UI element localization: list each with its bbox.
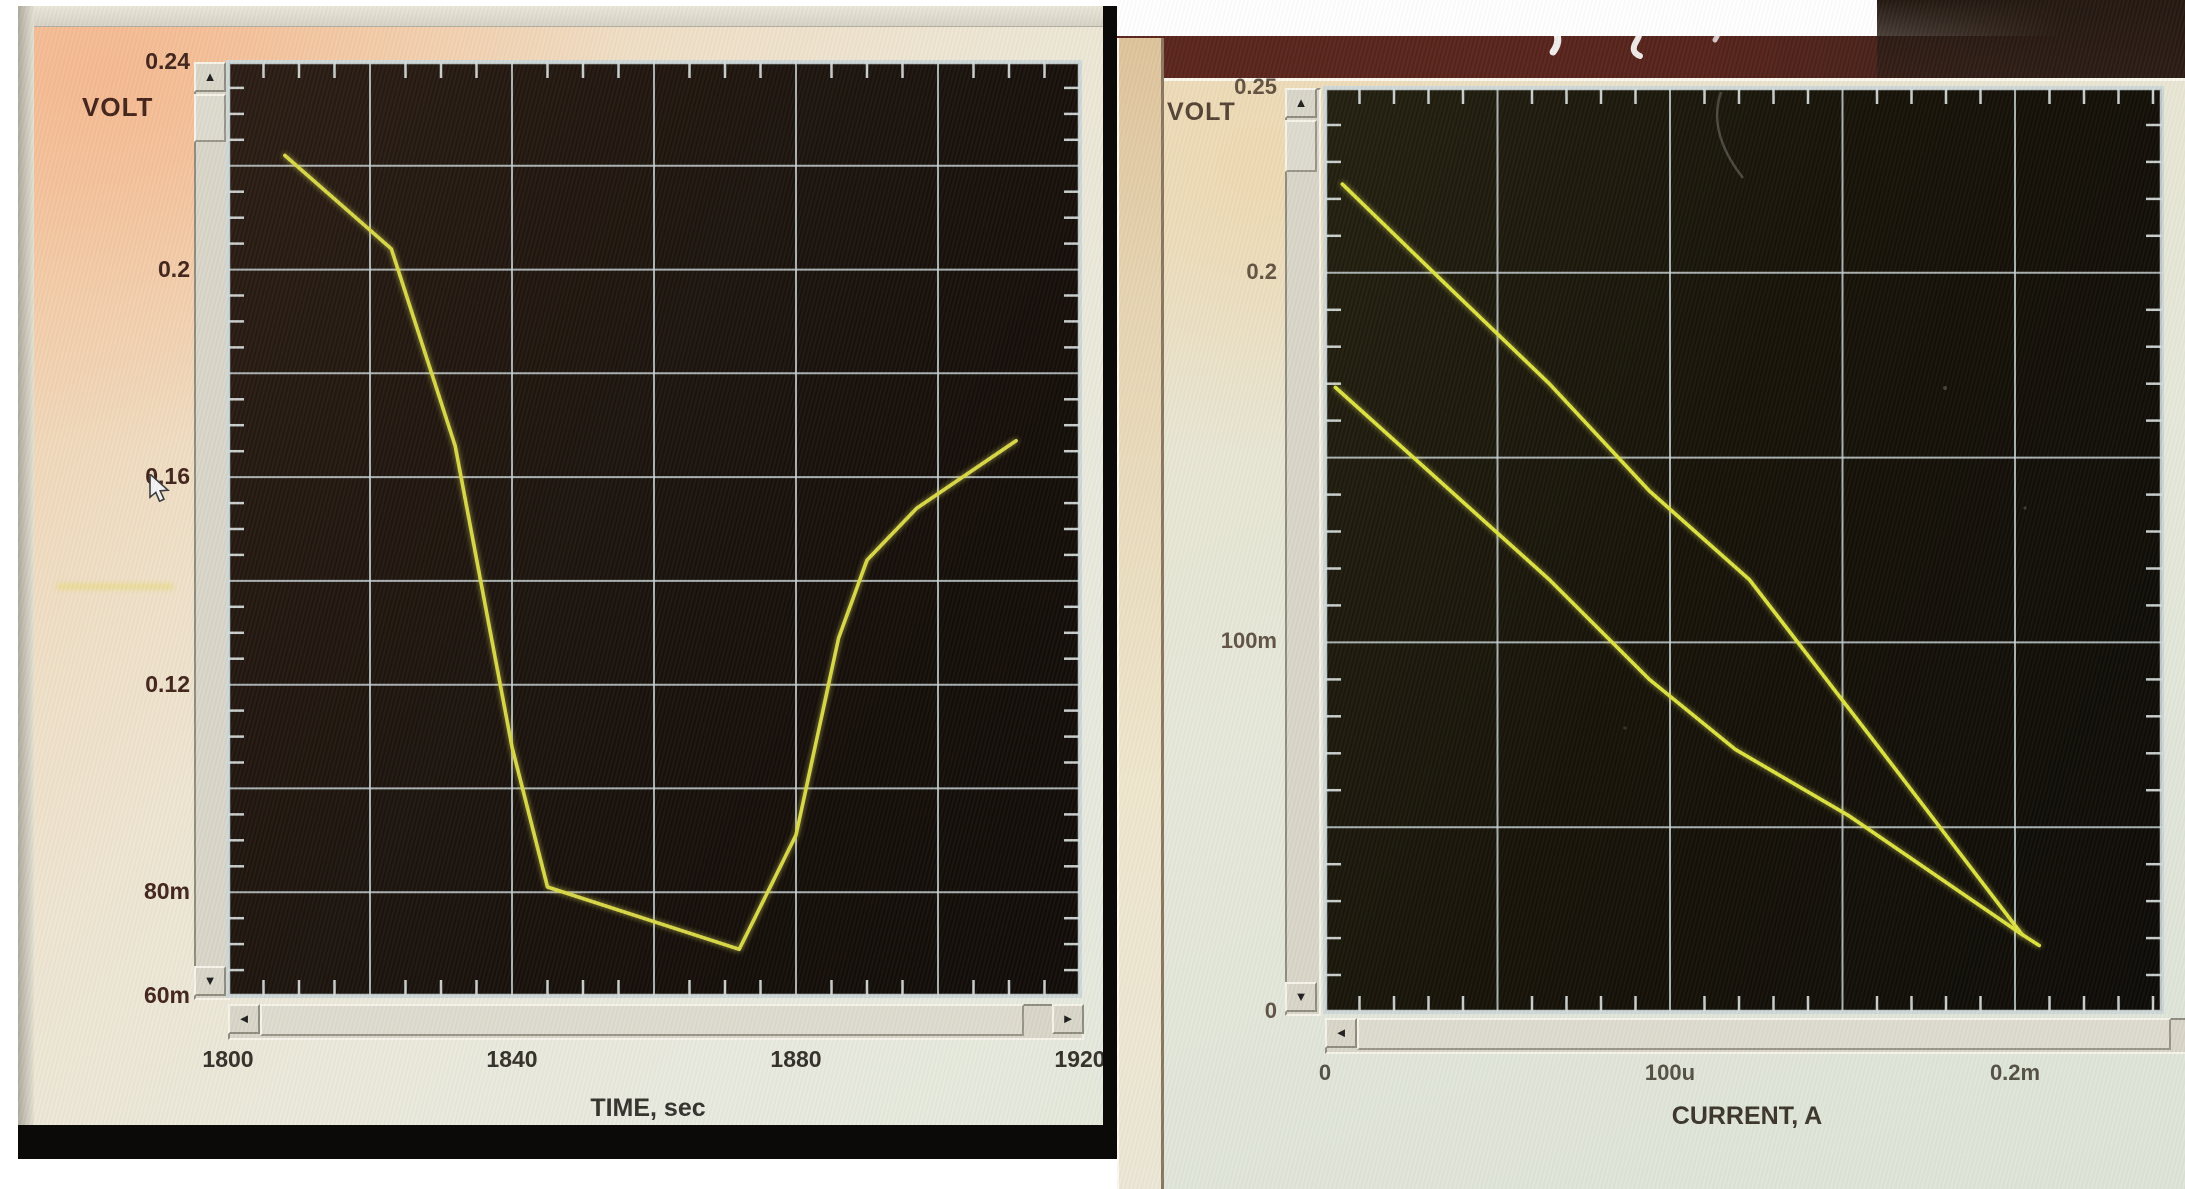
right-vertical-scrollbar-thumb[interactable]	[1285, 120, 1317, 172]
trace-voltage-vs-time	[285, 155, 1016, 949]
mouse-cursor-icon	[148, 474, 174, 504]
white-smudge-marks	[1517, 8, 1777, 68]
x-tick-label: 100u	[1615, 1060, 1725, 1086]
y-tick-label: 0.2	[1177, 259, 1277, 285]
screen-scratch-mark	[1325, 88, 2162, 1012]
left-scroll-up-button[interactable]: ▲	[194, 62, 226, 92]
x-tick-label: 1800	[173, 1046, 283, 1073]
left-horizontal-scrollbar[interactable]	[228, 1004, 1084, 1040]
left-horizontal-scrollbar-thumb[interactable]	[260, 1004, 1024, 1036]
y-tick-label: 0.24	[90, 48, 190, 75]
crt-left-bezel	[1117, 38, 1164, 1189]
bezel-dark-corner	[1877, 0, 2185, 84]
x-tick-label: 1920	[1025, 1046, 1117, 1073]
y-tick-label: 0.16	[90, 463, 190, 490]
y-tick-label: 0	[1177, 998, 1277, 1024]
right-scroll-down-button[interactable]: ▼	[1285, 982, 1317, 1012]
left-screen-photo: VOLT ▲ ▼ ◄ ► TIME, sec 0.24 0.2 0.16 0.12 80…	[18, 6, 1117, 1159]
x-tick-label: 0.2m	[1960, 1060, 2070, 1086]
right-scroll-left-button[interactable]: ◄	[1325, 1018, 1357, 1048]
y-tick-label: 80m	[90, 878, 190, 905]
left-x-axis-title: TIME, sec	[418, 1094, 878, 1123]
left-scroll-right-button[interactable]: ►	[1052, 1004, 1084, 1034]
desktop-photos-canvas: VOLT ▲ ▼ ◄ ► TIME, sec 0.24 0.2 0.16 0.12 80…	[0, 0, 2185, 1189]
left-y-axis-title: VOLT	[82, 92, 153, 123]
left-scroll-down-button[interactable]: ▼	[194, 966, 226, 996]
x-tick-label: 1840	[457, 1046, 567, 1073]
reflection-streak	[56, 583, 174, 590]
right-screen-photo: VOLT ▲ ▼ ◄ CURRENT, A 0.25 0.2 100m 0 0 100u 0…	[1117, 0, 2185, 1189]
left-scroll-left-button[interactable]: ◄	[228, 1004, 260, 1034]
left-plot-grid-and-trace	[228, 62, 1080, 996]
left-plot-area	[228, 62, 1080, 996]
left-photo-top-edge	[18, 6, 1103, 27]
y-tick-label: 60m	[90, 982, 190, 1009]
x-tick-label: 1880	[741, 1046, 851, 1073]
y-tick-label: 0.2	[90, 256, 190, 283]
right-horizontal-scrollbar[interactable]	[1325, 1018, 2185, 1054]
right-scroll-up-button[interactable]: ▲	[1285, 88, 1317, 118]
y-tick-label: 0.25	[1177, 74, 1277, 100]
left-photo-left-edge	[18, 6, 34, 1125]
right-y-axis-title: VOLT	[1167, 98, 1236, 127]
right-x-axis-title: CURRENT, A	[1537, 1102, 1957, 1131]
x-tick-label: 0	[1270, 1060, 1380, 1086]
left-vertical-scrollbar[interactable]	[194, 62, 230, 1000]
right-plot-area	[1325, 88, 2162, 1012]
left-vertical-scrollbar-thumb[interactable]	[194, 94, 226, 142]
y-tick-label: 0.12	[90, 671, 190, 698]
right-horizontal-scrollbar-thumb[interactable]	[1357, 1018, 2171, 1050]
y-tick-label: 100m	[1177, 628, 1277, 654]
right-vertical-scrollbar[interactable]	[1285, 88, 1321, 1016]
